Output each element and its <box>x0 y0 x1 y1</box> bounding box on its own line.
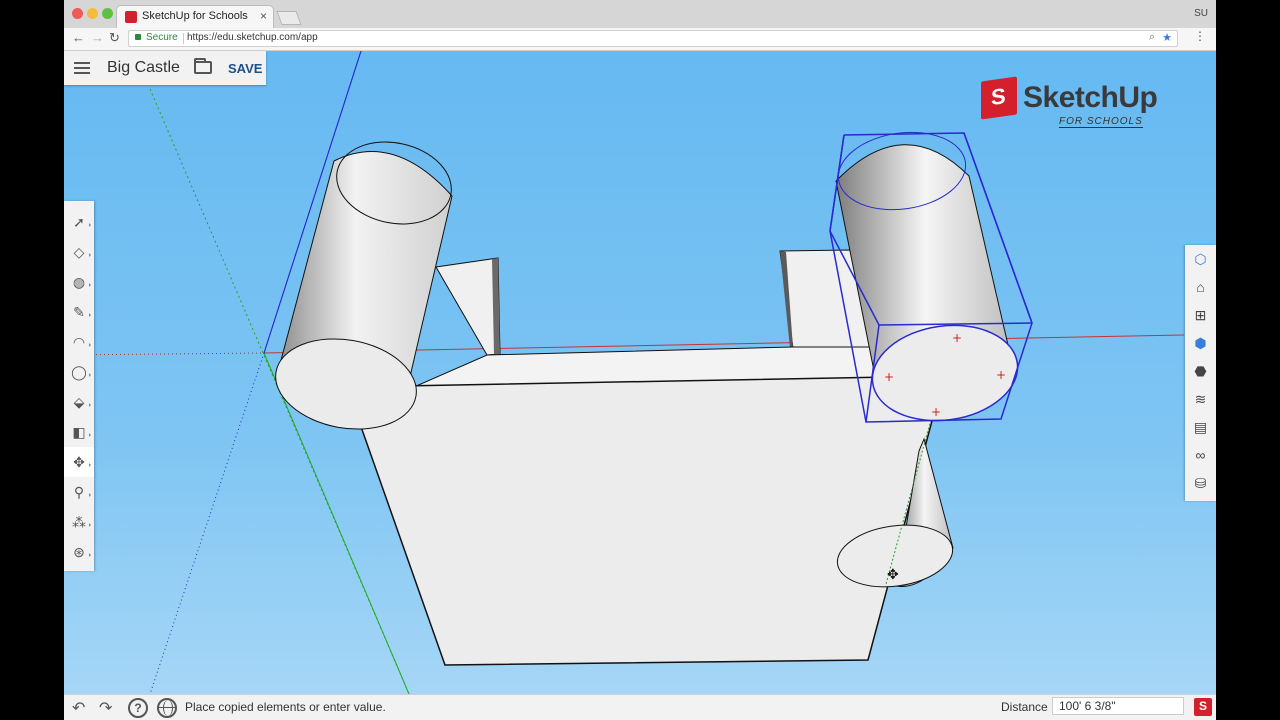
move-icon: ✥ <box>73 453 85 470</box>
arrow-icon: ➚ <box>73 213 85 230</box>
paint-bucket-icon: ◍ <box>72 273 86 290</box>
folder-icon[interactable] <box>194 58 212 74</box>
close-window-icon[interactable] <box>72 8 83 19</box>
logo-text: SketchUp <box>1023 81 1158 114</box>
maximize-window-icon[interactable] <box>102 8 113 19</box>
sketchup-favicon-icon <box>125 11 137 23</box>
display-panel[interactable]: ∞ <box>1185 441 1216 469</box>
logo-subtitle: FOR SCHOOLS <box>1059 116 1143 128</box>
measurements-input[interactable] <box>1052 697 1184 715</box>
zoom-icon[interactable]: ⌕ <box>1149 31 1155 44</box>
tab-close-icon[interactable]: × <box>260 9 267 23</box>
tab-title: SketchUp for Schools <box>142 10 248 22</box>
reload-icon[interactable]: ↻ <box>109 30 120 46</box>
move-tool[interactable]: ✥ <box>64 447 94 477</box>
circle-tool[interactable]: ◯ <box>64 357 94 387</box>
warehouse-icon: ⛁ <box>1194 474 1207 491</box>
model-title[interactable]: Big Castle <box>107 59 180 77</box>
browser-tab[interactable]: SketchUp for Schools × <box>116 5 274 28</box>
pencil-icon: ✎ <box>73 303 85 320</box>
move-cursor-icon: ✥ <box>887 567 899 583</box>
help-icon[interactable]: ? <box>128 698 148 718</box>
materials-icon: ⬣ <box>1194 362 1207 379</box>
offset-icon: ◧ <box>72 423 86 440</box>
redo-icon[interactable]: ↷ <box>99 698 112 718</box>
minimize-window-icon[interactable] <box>87 8 98 19</box>
browser-address-bar: ← → ↻ Secure https://edu.sketchup.com/ap… <box>64 28 1216 51</box>
layers-panel[interactable]: ≋ <box>1185 385 1216 413</box>
undo-icon[interactable]: ↶ <box>72 698 85 718</box>
3d-viewport[interactable]: + + + + ✥ Big Castle SAVE SketchUp FOR S… <box>64 51 1216 694</box>
grip-marker: + <box>931 405 941 419</box>
line-tool[interactable]: ✎ <box>64 297 94 327</box>
styles-cube-icon: ⬢ <box>1194 334 1207 351</box>
browser-tab-bar: SketchUp for Schools × SU <box>64 0 1216 29</box>
graduation-cap-icon: ⌂ <box>1196 279 1205 295</box>
new-tab-button[interactable] <box>276 11 302 25</box>
sketchup-logo-mark-icon <box>981 76 1017 120</box>
grip-marker: + <box>996 368 1006 382</box>
arc-icon: ◠ <box>72 333 86 350</box>
model-scene[interactable]: + + + + ✥ <box>64 51 1216 694</box>
orbit-tool[interactable]: ⊛ <box>64 537 94 567</box>
scenes-panel[interactable]: ▤ <box>1185 413 1216 441</box>
circle-icon: ◯ <box>71 363 87 380</box>
glasses-icon: ∞ <box>1195 447 1206 463</box>
paint-tool[interactable]: ◍ <box>64 267 94 297</box>
left-toolbar: ➚ ◇ ◍ ✎ ◠ ◯ ⬙ ◧ ✥ ⚲ ⁂ ⊛ <box>64 201 94 571</box>
clapper-icon: ▤ <box>1193 418 1208 435</box>
url-input[interactable]: Secure https://edu.sketchup.com/app ⌕ ★ <box>128 30 1178 47</box>
floor-slab <box>345 375 945 666</box>
grip-marker: + <box>884 370 894 384</box>
blue-axis-dotted <box>149 352 265 694</box>
globe-icon[interactable] <box>157 698 177 718</box>
lock-icon <box>135 34 141 40</box>
3d-warehouse-panel[interactable]: ⛁ <box>1185 469 1216 497</box>
push-pull-icon: ⬙ <box>73 393 85 410</box>
secure-label: Secure <box>146 32 178 43</box>
grip-marker: + <box>952 331 962 345</box>
layers-icon: ≋ <box>1194 390 1207 407</box>
browser-menu-icon[interactable]: ⋮ <box>1194 29 1206 43</box>
url-text: https://edu.sketchup.com/app <box>187 32 318 43</box>
components-panel[interactable]: ⊞ <box>1185 301 1216 329</box>
hamburger-menu-icon[interactable] <box>74 62 90 74</box>
styles-panel[interactable]: ⬢ <box>1185 329 1216 357</box>
offset-tool[interactable]: ◧ <box>64 417 94 447</box>
back-arrow-icon[interactable]: ← <box>72 30 85 45</box>
screen: SketchUp for Schools × SU ← → ↻ Secure h… <box>64 0 1216 720</box>
profile-label[interactable]: SU <box>1194 8 1208 19</box>
entity-info-panel[interactable]: ⬡ <box>1185 245 1216 273</box>
push-pull-tool[interactable]: ⬙ <box>64 387 94 417</box>
eraser-tool[interactable]: ◇ <box>64 237 94 267</box>
select-tool[interactable]: ➚ <box>64 207 94 237</box>
footprints-icon: ⁂ <box>72 513 86 530</box>
forward-arrow-icon[interactable]: → <box>91 30 104 45</box>
measurements-label: Distance <box>1001 700 1048 714</box>
arc-tool[interactable]: ◠ <box>64 327 94 357</box>
sketchup-badge-icon[interactable] <box>1194 698 1212 716</box>
instructor-panel[interactable]: ⌂ <box>1185 273 1216 301</box>
orbit-icon: ⊛ <box>73 543 85 560</box>
walk-tool[interactable]: ⁂ <box>64 507 94 537</box>
eraser-icon: ◇ <box>73 243 85 260</box>
cube-info-icon: ⬡ <box>1194 250 1207 267</box>
sketchup-logo: SketchUp FOR SCHOOLS <box>981 76 1171 129</box>
red-axis-dotted <box>64 352 265 356</box>
status-message: Place copied elements or enter value. <box>185 700 386 714</box>
wall-left-tower <box>435 257 501 356</box>
right-toolbar: ⬡ ⌂ ⊞ ⬢ ⬣ ≋ ▤ ∞ ⛁ <box>1185 245 1216 501</box>
bookmark-star-icon[interactable]: ★ <box>1162 31 1172 44</box>
omnibox-divider <box>183 33 184 44</box>
materials-panel[interactable]: ⬣ <box>1185 357 1216 385</box>
save-button[interactable]: SAVE <box>228 61 262 76</box>
status-bar: ↶ ↷ ? Place copied elements or enter val… <box>64 694 1216 720</box>
tape-icon: ⚲ <box>73 483 85 500</box>
model-title-panel: Big Castle SAVE <box>64 51 266 85</box>
components-icon: ⊞ <box>1194 306 1207 323</box>
tape-measure-tool[interactable]: ⚲ <box>64 477 94 507</box>
